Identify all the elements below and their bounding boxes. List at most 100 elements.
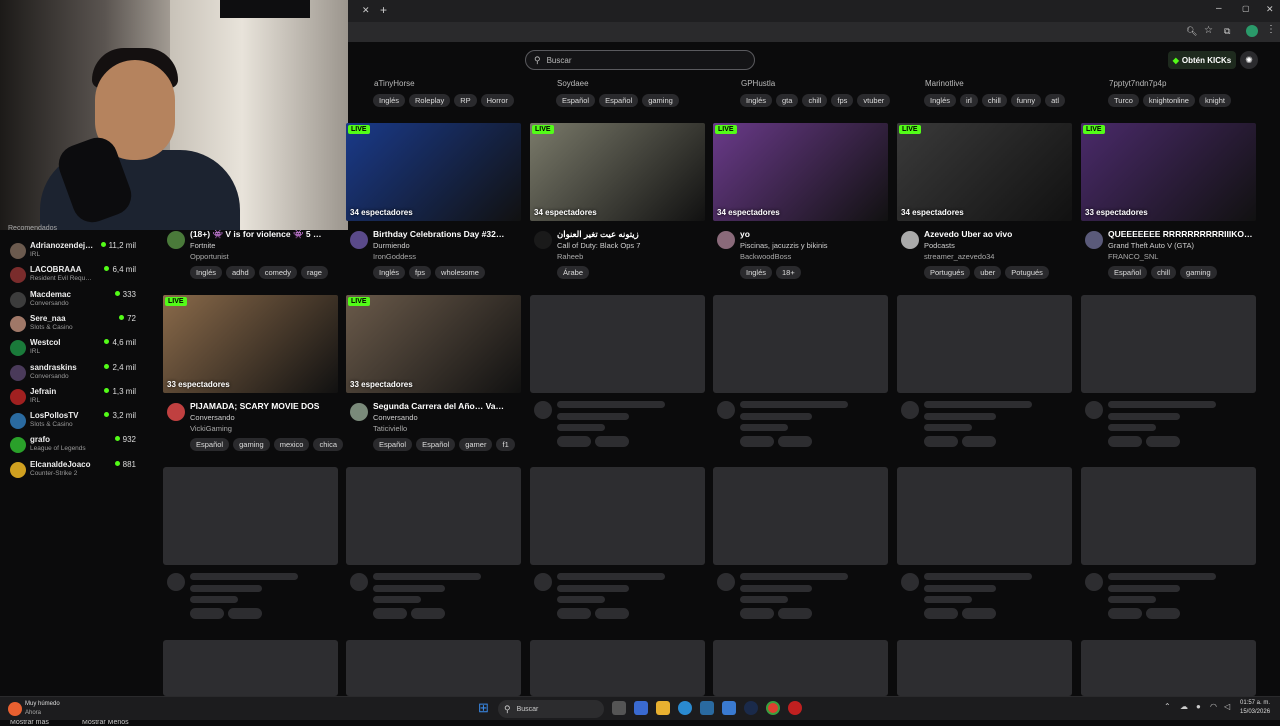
edge-icon[interactable] xyxy=(678,701,692,715)
channel-username[interactable]: aTinyHorse xyxy=(374,79,415,88)
stream-category[interactable]: Grand Theft Auto V (GTA) xyxy=(1108,241,1194,250)
channel-avatar[interactable] xyxy=(717,231,735,249)
file-explorer-icon[interactable] xyxy=(656,701,670,715)
channel-username[interactable]: IronGoddess xyxy=(373,252,416,261)
tag-chip[interactable]: knightonline xyxy=(1142,94,1195,107)
channel-avatar[interactable] xyxy=(534,231,552,249)
tag-chip[interactable]: gamer xyxy=(459,438,493,451)
tag-chip[interactable]: rage xyxy=(300,266,328,279)
channel-avatar[interactable] xyxy=(1085,231,1103,249)
tag-chip[interactable]: chill xyxy=(1151,266,1177,279)
wifi-icon[interactable]: ◠ xyxy=(1210,702,1217,711)
tag-chip[interactable]: gta xyxy=(776,94,799,107)
taskbar-search[interactable]: ⚲ Buscar xyxy=(498,700,604,718)
tag-chip[interactable]: fps xyxy=(409,266,432,279)
stream-thumbnail[interactable]: LIVE 33 espectadores xyxy=(346,295,521,393)
stream-title[interactable]: Azevedo Uber ao vivo xyxy=(924,229,1074,239)
stream-title[interactable]: (18+) 👾 V is for violence 👾 5 … xyxy=(190,229,340,240)
tag-chip[interactable]: RP xyxy=(454,94,477,107)
channel-username[interactable]: GPHustla xyxy=(741,79,775,88)
clock-date[interactable]: 15/03/2026 xyxy=(1240,709,1270,715)
tag-chip[interactable]: wholesome xyxy=(435,266,485,279)
channel-avatar[interactable] xyxy=(167,403,185,421)
start-icon[interactable]: ⊞ xyxy=(478,700,489,716)
channel-username[interactable]: Soydaee xyxy=(557,79,589,88)
volume-icon[interactable]: ◁ xyxy=(1224,702,1230,711)
sidebar-channel-item[interactable]: ElcanaldeJoaco Counter-Strike 2 881 xyxy=(8,459,136,481)
tag-chip[interactable]: Turco xyxy=(1108,94,1139,107)
sidebar-channel-item[interactable]: Macdemac Conversando 333 xyxy=(8,289,136,311)
sidebar-channel-item[interactable]: Adrianozendej… IRL 11,2 mil xyxy=(8,240,136,262)
tag-chip[interactable]: chill xyxy=(981,94,1007,107)
bookmark-star-icon[interactable]: ☆ xyxy=(1204,25,1213,36)
channel-username[interactable]: Opportunist xyxy=(190,252,229,261)
search-input[interactable]: ⚲ Buscar xyxy=(525,50,755,70)
tag-chip[interactable]: adhd xyxy=(226,266,255,279)
mic-icon[interactable]: ● xyxy=(1196,702,1201,711)
onedrive-icon[interactable]: ☁ xyxy=(1180,702,1188,711)
tag-chip[interactable]: Español xyxy=(1108,266,1148,279)
profile-avatar-icon[interactable] xyxy=(1246,25,1258,37)
channel-avatar[interactable] xyxy=(350,403,368,421)
task-view-icon[interactable] xyxy=(612,701,626,715)
sidebar-channel-item[interactable]: Westcol IRL 4,6 mil xyxy=(8,337,136,359)
stream-category[interactable]: Conversando xyxy=(190,413,235,422)
channel-username[interactable]: FRANCO_SNL xyxy=(1108,252,1158,261)
channel-username[interactable]: Marinotlive xyxy=(925,79,964,88)
tag-chip[interactable]: Inglés xyxy=(373,266,406,279)
show-more-link[interactable]: Mostrar más xyxy=(10,719,49,726)
stream-category[interactable]: Piscinas, jacuzzis y bikinis xyxy=(740,241,828,250)
tag-chip[interactable]: Horror xyxy=(480,94,514,107)
tag-chip[interactable]: irl xyxy=(960,94,978,107)
tag-chip[interactable]: Español xyxy=(190,438,230,451)
channel-username[interactable]: VickiGaming xyxy=(190,424,232,433)
tag-chip[interactable]: mexico xyxy=(273,438,310,451)
channel-username[interactable]: Raheeb xyxy=(557,252,583,261)
new-tab-icon[interactable]: + xyxy=(380,3,387,17)
tag-chip[interactable]: Español xyxy=(599,94,639,107)
tag-chip[interactable]: comedy xyxy=(258,266,297,279)
sidebar-channel-item[interactable]: sandraskins Conversando 2,4 mil xyxy=(8,362,136,384)
stream-title[interactable]: QUEEEEEEE RRRRRRRRRRIIIKO… xyxy=(1108,229,1258,239)
extensions-icon[interactable]: ⧉ xyxy=(1224,26,1230,37)
sidebar-channel-item[interactable]: LACOBRAAA Resident Evil Requ… 6,4 mil xyxy=(8,264,136,286)
tag-chip[interactable]: Español xyxy=(416,438,456,451)
tag-chip[interactable]: vtuber xyxy=(857,94,891,107)
tag-chip[interactable]: Inglés xyxy=(924,94,957,107)
stream-thumbnail[interactable]: LIVE 34 espectadores xyxy=(897,123,1072,221)
stream-title[interactable]: PIJAMADA; SCARY MOVIE DOS xyxy=(190,401,340,411)
clock-time[interactable]: 01:57 a. m. xyxy=(1240,700,1270,706)
stream-category[interactable]: Call of Duty: Black Ops 7 xyxy=(557,241,640,250)
weather-icon[interactable] xyxy=(8,702,22,716)
show-less-link[interactable]: Mostrar Menos xyxy=(82,719,129,726)
maximize-icon[interactable]: ▢ xyxy=(1242,4,1250,13)
tag-chip[interactable]: gaming xyxy=(1180,266,1217,279)
tag-chip[interactable]: Inglés xyxy=(740,266,773,279)
channel-username[interactable]: Taticiviello xyxy=(373,424,407,433)
minimize-icon[interactable]: – xyxy=(1216,3,1222,14)
app-icon[interactable] xyxy=(722,701,736,715)
tag-chip[interactable]: f1 xyxy=(496,438,515,451)
zoom-icon[interactable]: 🔍︎ xyxy=(1186,26,1197,37)
tag-chip[interactable]: 18+ xyxy=(776,266,801,279)
sidebar-channel-item[interactable]: Sere_naa Slots & Casino 72 xyxy=(8,313,136,335)
stream-category[interactable]: Fortnite xyxy=(190,241,215,250)
channel-username[interactable]: BackwoodBoss xyxy=(740,252,791,261)
tag-chip[interactable]: chica xyxy=(313,438,343,451)
close-window-icon[interactable]: ✕ xyxy=(1266,4,1274,15)
tag-chip[interactable]: uber xyxy=(974,266,1002,279)
stream-category[interactable]: Podcasts xyxy=(924,241,955,250)
stream-thumbnail[interactable]: LIVE 33 espectadores xyxy=(1081,123,1256,221)
tag-chip[interactable]: chill xyxy=(802,94,828,107)
stream-thumbnail[interactable]: LIVE 34 espectadores xyxy=(346,123,521,221)
channel-username[interactable]: 7pptyt7ndn7p4p xyxy=(1109,79,1166,88)
stream-category[interactable]: Conversando xyxy=(373,413,418,422)
tag-chip[interactable]: funny xyxy=(1010,94,1042,107)
tag-chip[interactable]: Potugués xyxy=(1005,266,1049,279)
channel-avatar[interactable] xyxy=(350,231,368,249)
channel-avatar[interactable] xyxy=(167,231,185,249)
sidebar-channel-item[interactable]: LosPollosTV Slots & Casino 3,2 mil xyxy=(8,410,136,432)
stream-title[interactable]: زيتونه عيت تغير العنوان xyxy=(557,229,707,240)
copilot-icon[interactable] xyxy=(634,701,648,715)
stream-title[interactable]: Segunda Carrera del Año… Va… xyxy=(373,401,523,411)
